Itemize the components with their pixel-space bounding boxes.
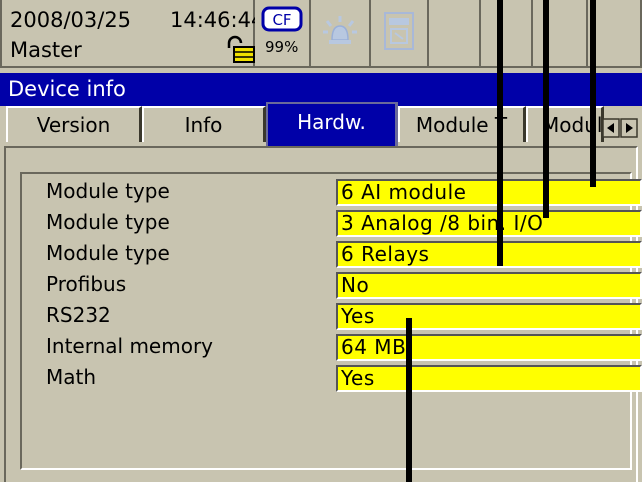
tab-label: Hardw. bbox=[297, 110, 366, 134]
cf-usage-percent: 99% bbox=[265, 38, 299, 56]
row-value: 6 Relays bbox=[341, 242, 430, 266]
value-field-rs232: Yes bbox=[336, 303, 642, 330]
callout-line bbox=[406, 318, 412, 482]
row-label-internal-memory: Internal memory bbox=[46, 334, 214, 358]
row-value: Yes bbox=[341, 304, 375, 328]
row-value: Yes bbox=[341, 366, 375, 390]
tab-version[interactable]: Version bbox=[6, 106, 142, 142]
status-date: 2008/03/25 bbox=[10, 8, 132, 32]
alarm-bell-icon bbox=[323, 16, 357, 44]
value-field-profibus: No bbox=[336, 272, 642, 299]
tab-info[interactable]: Info bbox=[142, 106, 266, 142]
window-title: Device info bbox=[8, 77, 126, 101]
status-slot bbox=[588, 0, 642, 68]
callout-line bbox=[497, 0, 503, 266]
row-label-module-type-2: Module type bbox=[46, 210, 170, 234]
row-value: 64 MB bbox=[341, 335, 407, 359]
row-value: No bbox=[341, 273, 370, 297]
value-field-math: Yes bbox=[336, 365, 642, 392]
status-user: Master bbox=[10, 38, 82, 62]
report-status[interactable] bbox=[371, 0, 429, 68]
row-label-profibus: Profibus bbox=[46, 272, 127, 296]
row-label-rs232: RS232 bbox=[46, 303, 111, 327]
tab-scroll-arrows[interactable] bbox=[602, 118, 638, 138]
document-icon bbox=[384, 12, 414, 50]
cf-card-status: CF 99% bbox=[255, 0, 311, 68]
status-time: 14:46:44 bbox=[170, 8, 265, 32]
value-field-module-type-1: 6 AI module bbox=[336, 179, 642, 206]
cf-label: CF bbox=[272, 11, 291, 29]
callout-line bbox=[543, 0, 549, 218]
tab-label: Version bbox=[36, 113, 111, 137]
tab-label: Module T bbox=[415, 113, 508, 137]
status-slot bbox=[481, 0, 533, 68]
compact-flash-icon: CF bbox=[261, 6, 303, 32]
unlocked-padlock-icon bbox=[227, 35, 255, 63]
callout-line bbox=[590, 0, 596, 187]
row-label-module-type-3: Module type bbox=[46, 241, 170, 265]
alarm-status[interactable] bbox=[311, 0, 371, 68]
tab-label: Info bbox=[184, 113, 223, 137]
row-value: 3 Analog /8 bin. I/O bbox=[341, 211, 544, 235]
device-screen: 2008/03/25 14:46:44 Master CF 99% Device… bbox=[0, 0, 642, 482]
value-field-internal-memory: 64 MB bbox=[336, 334, 642, 361]
status-datetime-cell: 2008/03/25 14:46:44 Master bbox=[0, 0, 264, 68]
status-slot bbox=[429, 0, 481, 68]
row-label-math: Math bbox=[46, 365, 97, 389]
row-value: 6 AI module bbox=[341, 180, 467, 204]
row-label-module-type-1: Module type bbox=[46, 179, 170, 203]
value-field-module-type-3: 6 Relays bbox=[336, 241, 642, 268]
status-slot bbox=[533, 0, 588, 68]
tab-hardware[interactable]: Hardw. bbox=[266, 102, 398, 146]
tab-module-type[interactable]: Module T bbox=[398, 106, 526, 142]
hardware-info-table: Module type 6 AI module Module type 3 An… bbox=[20, 172, 642, 470]
value-field-module-type-2: 3 Analog /8 bin. I/O bbox=[336, 210, 642, 237]
